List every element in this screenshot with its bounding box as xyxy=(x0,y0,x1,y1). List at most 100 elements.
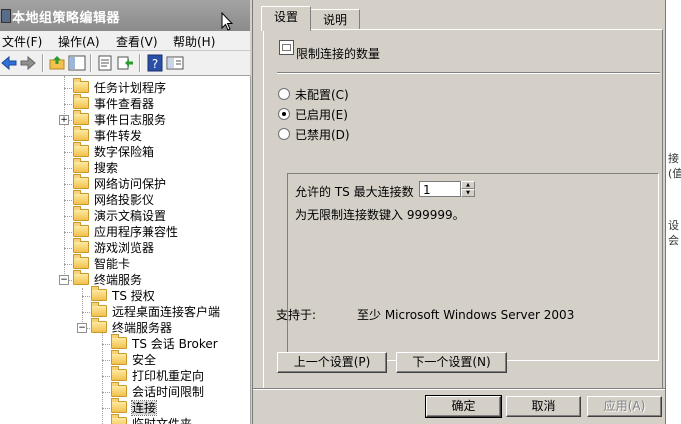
properties-icon[interactable] xyxy=(96,54,114,72)
tree-guide-line xyxy=(64,248,72,249)
tree-item[interactable]: 事件转发 xyxy=(73,126,143,144)
spin-up-icon[interactable]: ▲ xyxy=(461,181,475,189)
divider xyxy=(253,388,665,390)
tree-item-label: 搜索 xyxy=(94,161,119,175)
menu-view[interactable]: 查看(V) xyxy=(116,33,158,50)
tree-item-label: 任务计划程序 xyxy=(94,81,167,95)
collapse-icon[interactable]: − xyxy=(77,323,87,333)
policy-setting-icon xyxy=(279,40,294,55)
max-connections-help: 为无限制连接数键入 999999。 xyxy=(295,208,465,222)
folder-icon xyxy=(73,78,89,93)
options-box: 允许的 TS 最大连接数 1 ▲ ▼ 为无限制连接数键入 999999。 xyxy=(287,173,659,361)
collapse-icon[interactable]: − xyxy=(59,275,69,285)
previous-setting-button[interactable]: 上一个设置(P) xyxy=(277,352,387,373)
tree-item-label: 终端服务器 xyxy=(112,321,173,335)
radio-disabled[interactable]: 已禁用(D) xyxy=(278,127,350,143)
toolbar-separator xyxy=(42,54,44,72)
tree-item[interactable]: 应用程序兼容性 xyxy=(73,222,179,240)
folder-icon xyxy=(73,270,89,285)
window-title: 本地组策略编辑器 xyxy=(12,11,121,26)
tree-item[interactable]: 智能卡 xyxy=(73,254,131,272)
tab-settings[interactable]: 设置 xyxy=(261,6,311,31)
folder-icon xyxy=(73,174,89,189)
ok-button[interactable]: 确定 xyxy=(425,395,502,418)
tree-item[interactable]: 演示文稿设置 xyxy=(73,206,166,224)
folder-icon xyxy=(111,414,127,424)
tree-item[interactable]: 游戏浏览器 xyxy=(73,238,154,256)
tree-guide-line xyxy=(64,104,72,105)
expand-icon[interactable]: + xyxy=(59,115,69,125)
cancel-button[interactable]: 取消 xyxy=(506,396,581,417)
tree-guide-line xyxy=(64,152,72,153)
tree-item[interactable]: TS 授权 xyxy=(91,286,155,304)
tree-item[interactable]: 任务计划程序 xyxy=(73,78,167,96)
tree-item[interactable]: 会话时间限制 xyxy=(111,382,204,400)
tree-item[interactable]: 终端服务器 xyxy=(91,318,173,336)
divider xyxy=(277,72,660,74)
apply-button[interactable]: 应用(A) xyxy=(587,396,662,417)
console-icon[interactable] xyxy=(166,54,184,72)
tree-item[interactable]: 网络访问保护 xyxy=(73,174,166,192)
tree-item[interactable]: 事件日志服务 xyxy=(73,110,166,128)
tree-item[interactable]: 数字保险箱 xyxy=(73,142,154,160)
mouse-cursor-icon xyxy=(221,12,233,31)
main-window-titlebar[interactable]: 本地组策略编辑器 xyxy=(0,0,250,31)
export-icon[interactable] xyxy=(116,54,134,72)
tree-item[interactable]: 打印机重定向 xyxy=(111,366,204,384)
app-icon xyxy=(1,9,11,23)
tab-explain[interactable]: 说明 xyxy=(310,9,360,30)
folder-icon xyxy=(73,126,89,141)
radio-button[interactable] xyxy=(278,108,290,120)
spin-down-icon[interactable]: ▼ xyxy=(461,189,475,197)
show-tree-icon[interactable] xyxy=(68,54,86,72)
tree-item-label: 远程桌面连接客户端 xyxy=(112,305,221,319)
tree-item[interactable]: 事件查看器 xyxy=(73,94,154,112)
menu-help[interactable]: 帮助(H) xyxy=(173,33,215,50)
folder-icon xyxy=(73,142,89,157)
help-icon[interactable]: ? xyxy=(146,54,164,72)
tree-item[interactable]: 终端服务 xyxy=(73,270,142,288)
toolbar-separator xyxy=(139,54,141,72)
folder-icon xyxy=(111,334,127,349)
tree-guide-line xyxy=(64,88,72,89)
up-folder-icon[interactable] xyxy=(48,54,66,72)
folder-icon xyxy=(73,238,89,253)
folder-icon xyxy=(111,398,127,413)
folder-icon xyxy=(73,206,89,221)
tree-guide-line xyxy=(64,184,72,185)
tree-item-label: 应用程序兼容性 xyxy=(94,225,179,239)
next-setting-button[interactable]: 下一个设置(N) xyxy=(396,352,507,373)
folder-icon xyxy=(73,254,89,269)
tree-guide-line xyxy=(82,288,83,326)
max-connections-input[interactable]: 1 xyxy=(419,181,461,197)
tree-item[interactable]: 远程桌面连接客户端 xyxy=(91,302,221,320)
tree-item-label: 事件转发 xyxy=(94,129,143,143)
forward-icon[interactable] xyxy=(19,54,37,72)
back-icon[interactable] xyxy=(0,54,18,72)
radio-enabled[interactable]: 已启用(E) xyxy=(278,107,348,123)
menu-bar: 文件(F) 操作(A) 查看(V) 帮助(H) xyxy=(0,31,250,51)
tree-guide-line xyxy=(102,360,110,361)
radio-label: 未配置(C) xyxy=(295,88,349,102)
tree-item[interactable]: 临时文件夹 xyxy=(111,414,192,424)
tree-guide-line xyxy=(64,136,72,137)
radio-button[interactable] xyxy=(278,128,290,140)
toolbar: ? xyxy=(0,51,250,76)
tree-item[interactable]: 网络投影仪 xyxy=(73,190,154,208)
supported-on-value: 至少 Microsoft Windows Server 2003 xyxy=(357,308,575,322)
tree-guide-line xyxy=(64,216,72,217)
tree-item[interactable]: TS 会话 Broker xyxy=(111,334,218,352)
tree-pane[interactable]: 任务计划程序 事件查看器 事件日志服务 + 事件转发 数字保险箱 搜索 网络访问保护 网络投影仪… xyxy=(0,76,251,424)
tree-guide-line xyxy=(64,232,72,233)
policy-settings-dialog: 设置 说明 限制连接的数量 未配置(C) 已启用(E) 已禁用(D) 允许的 T… xyxy=(252,0,666,424)
tree-guide-line xyxy=(64,200,72,201)
radio-button[interactable] xyxy=(278,88,290,100)
settings-panel: 限制连接的数量 未配置(C) 已启用(E) 已禁用(D) 允许的 TS 最大连接… xyxy=(263,29,663,389)
tree-item-label: 智能卡 xyxy=(94,257,131,271)
radio-not-configured[interactable]: 未配置(C) xyxy=(278,87,349,103)
tree-guide-line xyxy=(82,296,90,297)
menu-action[interactable]: 操作(A) xyxy=(58,33,100,50)
folder-icon xyxy=(111,350,127,365)
tree-guide-line xyxy=(64,264,72,265)
menu-file[interactable]: 文件(F) xyxy=(2,33,42,50)
